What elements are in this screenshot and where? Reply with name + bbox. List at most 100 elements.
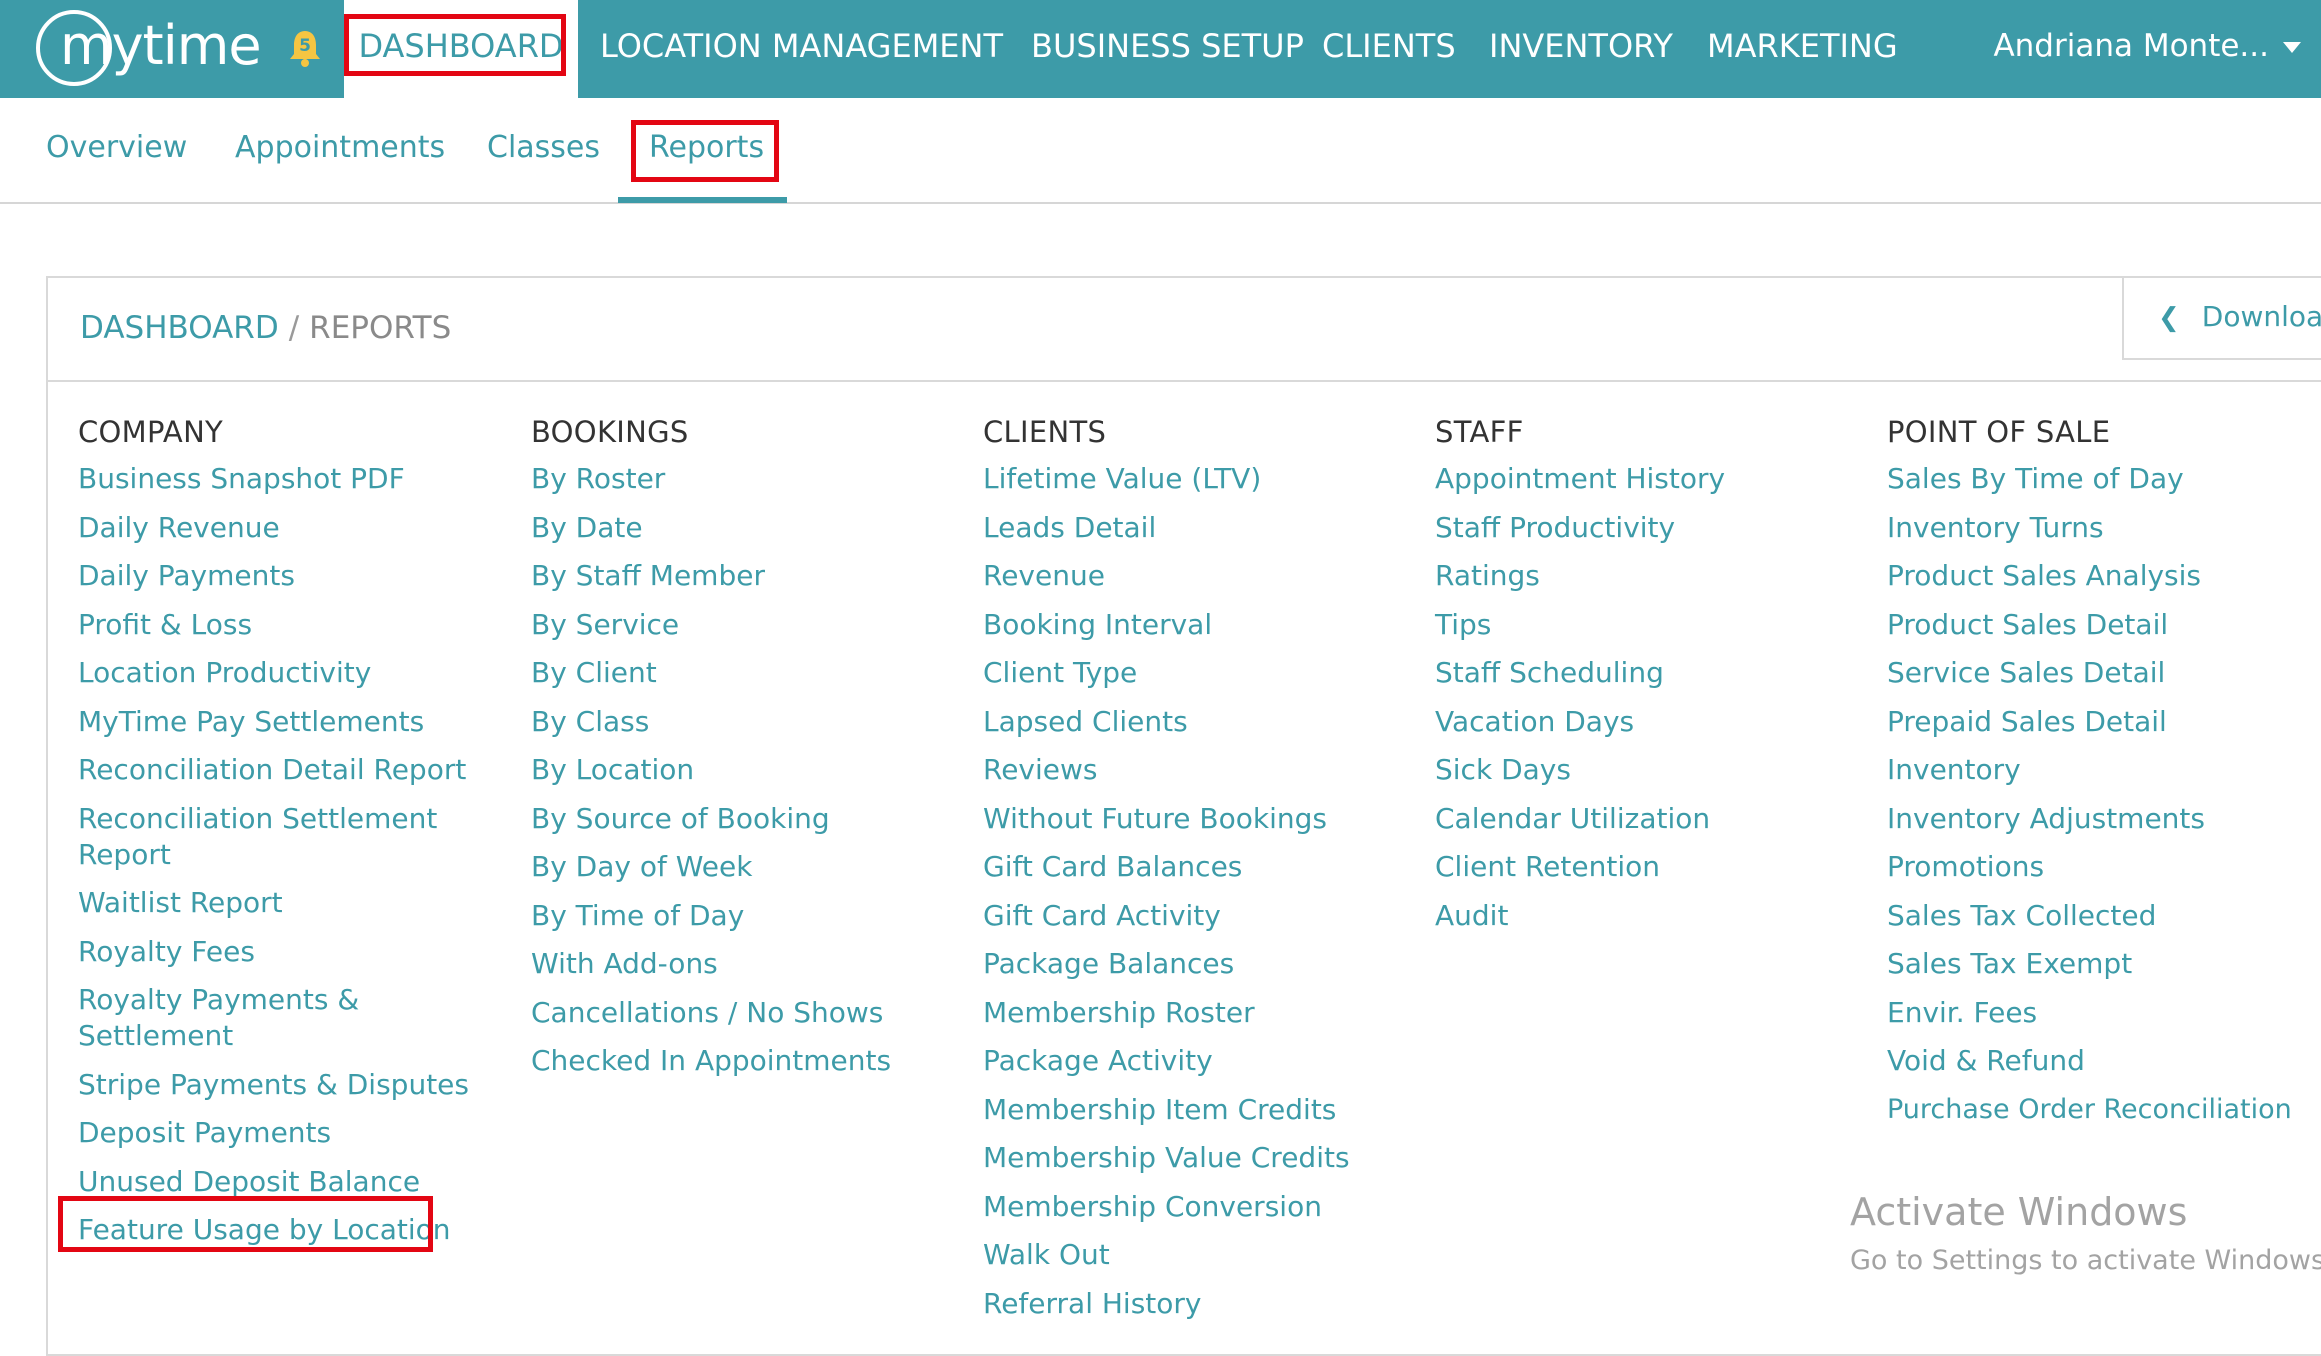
nav-business-setup[interactable]: BUSINESS SETUP: [1031, 0, 1304, 98]
report-link[interactable]: By Class: [531, 704, 971, 740]
report-link[interactable]: Staff Scheduling: [1435, 655, 1875, 691]
tab-overview[interactable]: Overview: [46, 98, 187, 202]
report-link[interactable]: Purchase Order Reconciliation: [1887, 1092, 2321, 1128]
report-link[interactable]: Inventory: [1887, 752, 2321, 788]
column-clients: CLIENTS Lifetime Value (LTV) Leads Detai…: [983, 415, 1423, 1334]
report-link[interactable]: Membership Roster: [983, 995, 1423, 1031]
report-link[interactable]: By Day of Week: [531, 849, 971, 885]
report-link[interactable]: Royalty Payments & Settlement: [78, 982, 378, 1054]
report-link[interactable]: Checked In Appointments: [531, 1043, 971, 1079]
mytime-logo[interactable]: mytime: [30, 6, 262, 90]
report-link[interactable]: Inventory Turns: [1887, 510, 2321, 546]
report-link-feature-usage[interactable]: Feature Usage by Location: [78, 1212, 518, 1248]
nav-dashboard[interactable]: DASHBOARD: [344, 0, 578, 98]
column-heading: BOOKINGS: [531, 415, 689, 449]
report-link[interactable]: Location Productivity: [78, 655, 518, 691]
report-link[interactable]: MyTime Pay Settlements: [78, 704, 518, 740]
report-link[interactable]: Envir. Fees: [1887, 995, 2321, 1031]
report-link[interactable]: Reconciliation Detail Report: [78, 752, 518, 788]
report-list: Business Snapshot PDF Daily Revenue Dail…: [78, 461, 518, 1248]
report-link[interactable]: Walk Out: [983, 1237, 1423, 1273]
column-heading: COMPANY: [78, 415, 224, 449]
report-link[interactable]: Prepaid Sales Detail: [1887, 704, 2321, 740]
report-link[interactable]: Leads Detail: [983, 510, 1423, 546]
report-link[interactable]: Unused Deposit Balance: [78, 1164, 518, 1200]
user-name: Andriana Monte...: [1993, 28, 2269, 64]
report-link[interactable]: Lapsed Clients: [983, 704, 1423, 740]
report-link[interactable]: Daily Revenue: [78, 510, 518, 546]
report-link[interactable]: Tips: [1435, 607, 1875, 643]
tab-appointments[interactable]: Appointments: [235, 98, 445, 202]
report-link[interactable]: Audit: [1435, 898, 1875, 934]
report-link[interactable]: By Source of Booking: [531, 801, 971, 837]
report-link[interactable]: By Service: [531, 607, 971, 643]
column-staff: STAFF Appointment History Staff Producti…: [1435, 415, 1875, 946]
report-link[interactable]: By Client: [531, 655, 971, 691]
report-link[interactable]: Business Snapshot PDF: [78, 461, 518, 497]
nav-inventory[interactable]: INVENTORY: [1489, 0, 1673, 98]
report-link[interactable]: Membership Value Credits: [983, 1140, 1423, 1176]
report-link[interactable]: Vacation Days: [1435, 704, 1875, 740]
logo-text: mytime: [60, 14, 262, 77]
column-heading: POINT OF SALE: [1887, 415, 2111, 449]
report-link[interactable]: Reconciliation Settlement Report: [78, 801, 458, 873]
report-link[interactable]: Inventory Adjustments: [1887, 801, 2321, 837]
nav-location-management[interactable]: LOCATION MANAGEMENT: [600, 0, 1003, 98]
report-link[interactable]: Calendar Utilization: [1435, 801, 1875, 837]
report-link[interactable]: Daily Payments: [78, 558, 518, 594]
report-link[interactable]: Deposit Payments: [78, 1115, 518, 1151]
report-link[interactable]: Service Sales Detail: [1887, 655, 2321, 691]
report-link[interactable]: Gift Card Balances: [983, 849, 1423, 885]
report-link[interactable]: Client Type: [983, 655, 1423, 691]
breadcrumb-dashboard[interactable]: DASHBOARD: [80, 310, 279, 346]
report-link[interactable]: By Roster: [531, 461, 971, 497]
report-link[interactable]: Staff Productivity: [1435, 510, 1875, 546]
breadcrumb-reports: REPORTS: [309, 310, 452, 346]
active-tab-indicator: [618, 197, 787, 203]
report-link[interactable]: Promotions: [1887, 849, 2321, 885]
column-bookings: BOOKINGS By Roster By Date By Staff Memb…: [531, 415, 971, 1092]
report-link[interactable]: Appointment History: [1435, 461, 1875, 497]
report-link[interactable]: Void & Refund: [1887, 1043, 2321, 1079]
report-link[interactable]: Lifetime Value (LTV): [983, 461, 1423, 497]
report-link[interactable]: By Location: [531, 752, 971, 788]
notification-bell-icon[interactable]: 5: [287, 28, 323, 68]
report-link[interactable]: With Add-ons: [531, 946, 971, 982]
report-link[interactable]: Cancellations / No Shows: [531, 995, 971, 1031]
report-link[interactable]: By Staff Member: [531, 558, 971, 594]
report-link[interactable]: By Time of Day: [531, 898, 971, 934]
report-link[interactable]: Profit & Loss: [78, 607, 518, 643]
report-link[interactable]: Ratings: [1435, 558, 1875, 594]
report-link[interactable]: Waitlist Report: [78, 885, 518, 921]
report-link[interactable]: Membership Item Credits: [983, 1092, 1423, 1128]
nav-marketing[interactable]: MARKETING: [1707, 0, 1898, 98]
report-link[interactable]: Client Retention: [1435, 849, 1875, 885]
report-link[interactable]: Sales Tax Exempt: [1887, 946, 2321, 982]
column-company: COMPANY Business Snapshot PDF Daily Reve…: [78, 415, 518, 1261]
report-link[interactable]: Revenue: [983, 558, 1423, 594]
report-link[interactable]: Referral History: [983, 1286, 1423, 1322]
report-link[interactable]: Royalty Fees: [78, 934, 518, 970]
report-link[interactable]: Sick Days: [1435, 752, 1875, 788]
report-link[interactable]: Package Balances: [983, 946, 1423, 982]
report-link[interactable]: Gift Card Activity: [983, 898, 1423, 934]
report-list: Sales By Time of Day Inventory Turns Pro…: [1887, 461, 2321, 1128]
report-link[interactable]: Product Sales Analysis: [1887, 558, 2321, 594]
user-menu[interactable]: Andriana Monte...: [1993, 0, 2301, 98]
report-link[interactable]: Sales By Time of Day: [1887, 461, 2321, 497]
report-link[interactable]: Membership Conversion: [983, 1189, 1423, 1225]
nav-clients[interactable]: CLIENTS: [1322, 0, 1456, 98]
downloads-button[interactable]: ❮ Downloads: [2122, 278, 2321, 360]
report-link[interactable]: Stripe Payments & Disputes: [78, 1067, 518, 1103]
report-link[interactable]: Reviews: [983, 752, 1423, 788]
report-link[interactable]: Booking Interval: [983, 607, 1423, 643]
tab-classes[interactable]: Classes: [487, 98, 600, 202]
report-link[interactable]: Product Sales Detail: [1887, 607, 2321, 643]
tab-reports[interactable]: Reports: [649, 98, 764, 202]
downloads-label: Downloads: [2201, 300, 2321, 333]
report-link[interactable]: Package Activity: [983, 1043, 1423, 1079]
report-link[interactable]: Without Future Bookings: [983, 801, 1423, 837]
report-link[interactable]: Sales Tax Collected: [1887, 898, 2321, 934]
breadcrumb: DASHBOARD / REPORTS: [80, 278, 451, 382]
report-link[interactable]: By Date: [531, 510, 971, 546]
